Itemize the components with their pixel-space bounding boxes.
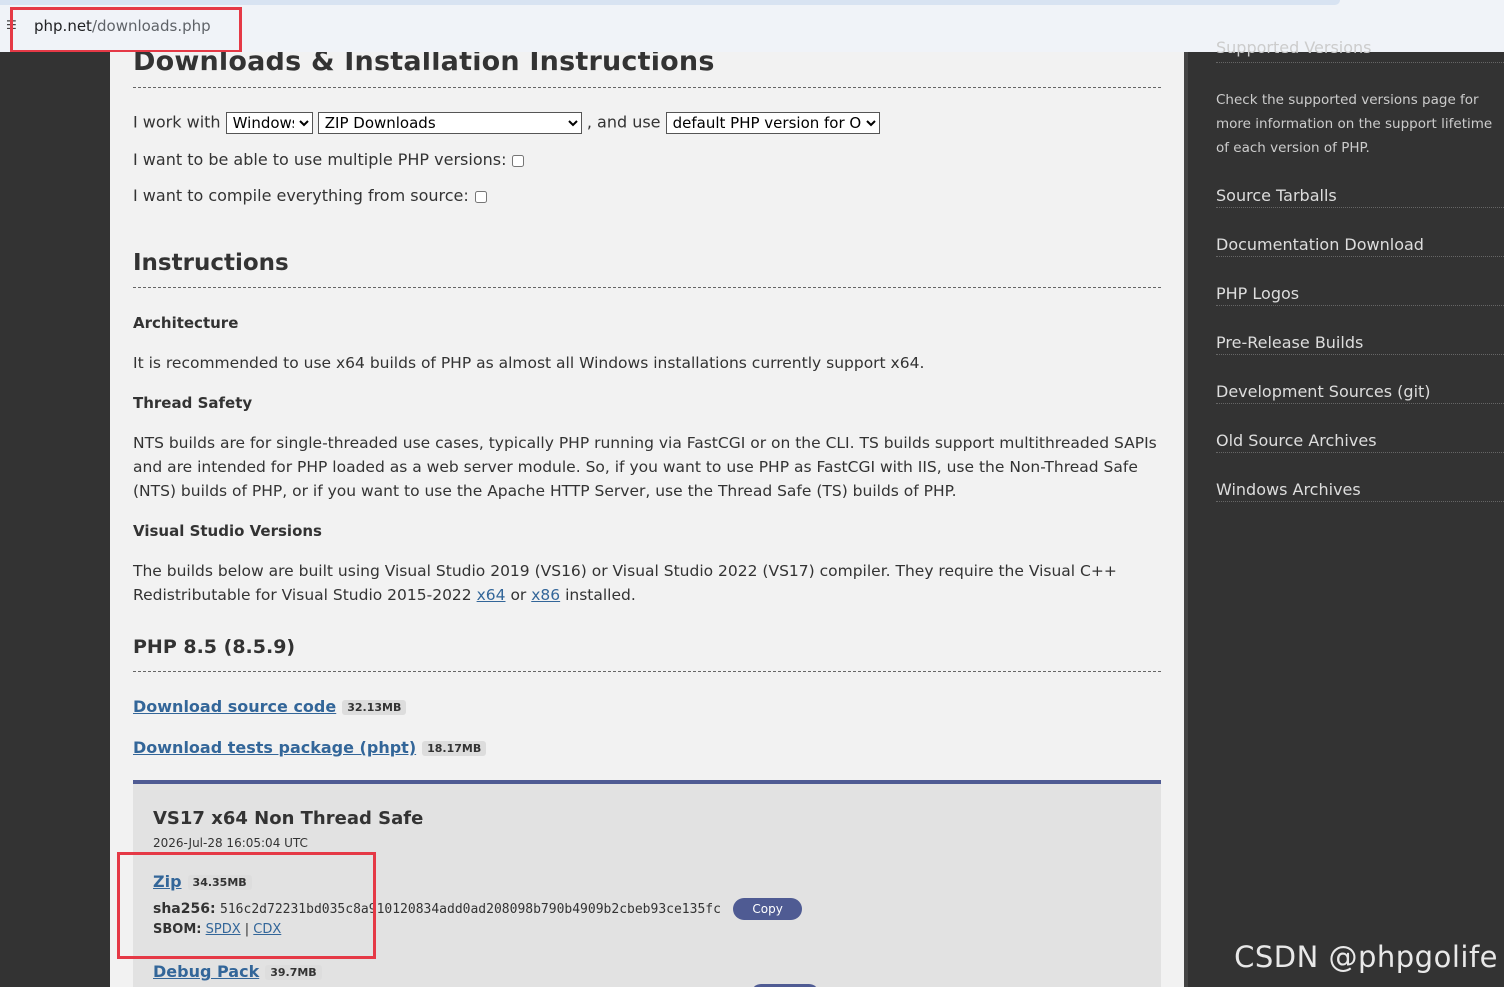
vc-redist-x86-link[interactable]: x86 [531, 586, 560, 604]
left-margin [0, 52, 110, 987]
download-tests-label: Download tests package (phpt) [133, 738, 417, 757]
sidebar-item-old-source-archives[interactable]: Old Source Archives [1216, 431, 1504, 453]
visual-studio-text: The builds below are built using Visual … [133, 559, 1163, 607]
download-source-size-badge: 32.13MB [342, 700, 407, 715]
architecture-heading: Architecture [133, 314, 239, 332]
compile-source-checkbox[interactable] [474, 190, 487, 203]
watermark: CSDN @phpgolife [1234, 940, 1498, 974]
and-use-label: , and use [586, 112, 661, 132]
instructions-divider [133, 287, 1161, 288]
page-title: Downloads & Installation Instructions [133, 52, 715, 77]
work-with-label: I work with [133, 112, 221, 132]
compile-source-label: I want to compile everything from source… [133, 186, 469, 205]
php-version-heading: PHP 8.5 (8.5.9) [133, 636, 296, 658]
download-tests-size-badge: 18.17MB [422, 741, 487, 756]
download-type-select[interactable]: ZIP Downloads [317, 112, 582, 134]
copy-button[interactable]: Copy [733, 898, 802, 920]
title-divider [133, 87, 1161, 88]
debug-pack-size-badge: 39.7MB [265, 965, 322, 980]
php-version-divider [133, 671, 1161, 672]
debug-pack-label: Debug Pack [153, 962, 260, 981]
sidebar-description: Check the supported versions page for mo… [1216, 92, 1493, 156]
multiple-versions-checkbox[interactable] [512, 154, 525, 167]
sidebar-item-documentation-download[interactable]: Documentation Download [1216, 235, 1504, 257]
sidebar-partial-heading[interactable]: Supported Versions [1216, 38, 1372, 57]
php-version-select[interactable]: default PHP version for OS [665, 112, 880, 134]
sidebar-divider-top [1216, 62, 1504, 63]
os-select[interactable]: Windows [225, 112, 313, 134]
download-source-label: Download source code [133, 697, 337, 716]
instructions-heading: Instructions [133, 250, 289, 276]
visual-studio-heading: Visual Studio Versions [133, 522, 322, 540]
sidebar-item-pre-release-builds[interactable]: Pre-Release Builds [1216, 333, 1504, 355]
sidebar-item-source-tarballs[interactable]: Source Tarballs [1216, 186, 1504, 208]
debug-pack-link[interactable]: Debug Pack 39.7MB [153, 962, 322, 981]
architecture-text: It is recommended to use x64 builds of P… [133, 354, 925, 372]
multiple-versions-label: I want to be able to use multiple PHP ve… [133, 150, 507, 169]
os-selection-row: I work with Windows ZIP Downloads , and … [133, 112, 880, 134]
multiple-versions-row: I want to be able to use multiple PHP ve… [133, 150, 525, 169]
build-date: 2026-Jul-28 16:05:04 UTC [153, 836, 308, 850]
main-content: Downloads & Installation Instructions I … [110, 52, 1184, 987]
highlight-box-url [10, 7, 242, 53]
download-source-link[interactable]: Download source code 32.13MB [133, 697, 407, 716]
build-title: VS17 x64 Non Thread Safe [153, 808, 424, 829]
sidebar-item-php-logos[interactable]: PHP Logos [1216, 284, 1504, 306]
download-tests-link[interactable]: Download tests package (phpt) 18.17MB [133, 738, 487, 757]
vc-redist-x64-link[interactable]: x64 [477, 586, 506, 604]
visual-studio-installed: installed. [565, 586, 636, 604]
thread-safety-text: NTS builds are for single-threaded use c… [133, 434, 1157, 500]
highlight-box-zip [117, 852, 376, 959]
sidebar: Supported Versions Check the supported v… [1184, 38, 1504, 987]
tab-strip [0, 0, 1340, 5]
thread-safety-heading: Thread Safety [133, 394, 253, 412]
sidebar-item-development-sources[interactable]: Development Sources (git) [1216, 382, 1504, 404]
compile-source-row: I want to compile everything from source… [133, 186, 487, 205]
sidebar-item-windows-archives[interactable]: Windows Archives [1216, 480, 1504, 502]
visual-studio-or: or [510, 586, 527, 604]
